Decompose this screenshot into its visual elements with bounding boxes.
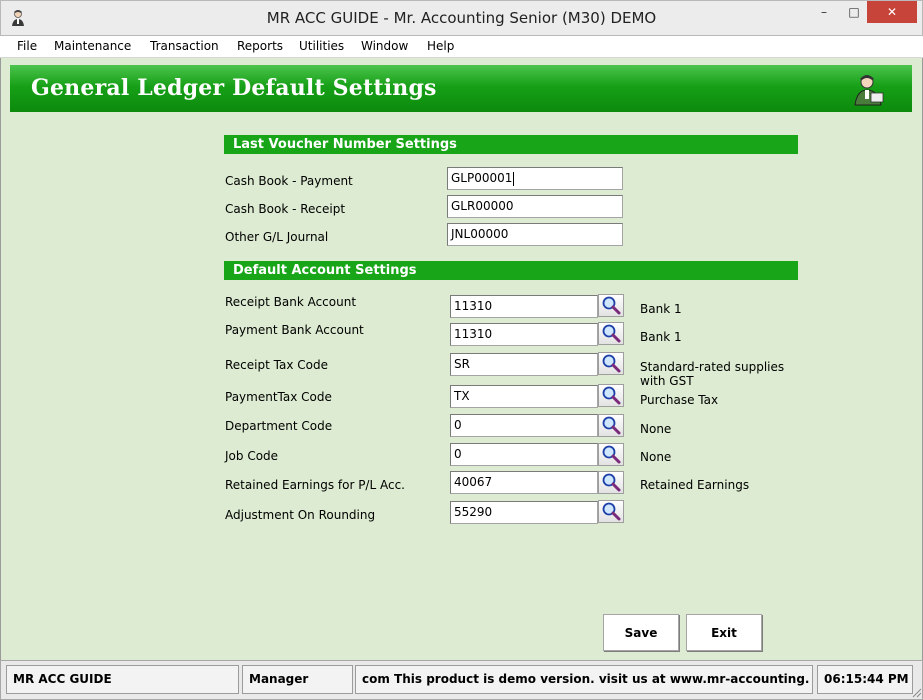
- menu-help[interactable]: Help: [427, 39, 454, 53]
- payment-bank-account-input[interactable]: 11310: [450, 323, 598, 346]
- field-label-payment-bank: Payment Bank Account: [225, 323, 364, 337]
- exit-button-label: Exit: [711, 625, 737, 640]
- field-label-receipt-bank: Receipt Bank Account: [225, 295, 357, 309]
- exit-button[interactable]: Exit: [686, 614, 762, 651]
- magnifier-icon: [602, 324, 621, 343]
- maximize-button[interactable]: □: [841, 1, 867, 23]
- status-company: MR ACC GUIDE: [6, 665, 239, 694]
- page-header: General Ledger Default Settings: [10, 65, 912, 112]
- voucher-section-header: Last Voucher Number Settings: [224, 135, 798, 154]
- receipt-tax-description: Standard-rated supplies with GST: [640, 360, 785, 388]
- window-title: MR ACC GUIDE - Mr. Accounting Senior (M3…: [266, 9, 657, 27]
- close-icon: ✕: [886, 5, 898, 19]
- receipt-tax-code-input[interactable]: SR: [450, 353, 598, 376]
- menu-window[interactable]: Window: [361, 39, 408, 53]
- minimize-button[interactable]: –: [807, 1, 841, 23]
- status-message: com This product is demo version. visit …: [355, 665, 813, 694]
- text-cursor: [513, 171, 515, 186]
- title-bar: MR ACC GUIDE - Mr. Accounting Senior (M3…: [0, 0, 923, 36]
- other-gl-journal-input[interactable]: JNL00000: [447, 223, 623, 246]
- receipt-bank-account-input[interactable]: 11310: [450, 295, 598, 318]
- cash-book-payment-value: GLP00001: [451, 171, 513, 185]
- magnifier-icon: [602, 386, 621, 405]
- status-user: Manager: [242, 665, 353, 694]
- menu-bar: File Maintenance Transaction Reports Uti…: [0, 36, 923, 58]
- payment-bank-description: Bank 1: [640, 330, 682, 344]
- menu-reports[interactable]: Reports: [237, 39, 283, 53]
- payment-tax-description: Purchase Tax: [640, 393, 719, 407]
- page-title: General Ledger Default Settings: [31, 75, 437, 101]
- retained-earnings-lookup-button[interactable]: [598, 471, 624, 494]
- magnifier-icon: [602, 473, 621, 492]
- retained-earnings-input[interactable]: 40067: [450, 471, 598, 494]
- job-lookup-button[interactable]: [598, 443, 624, 466]
- account-section-header: Default Account Settings: [224, 261, 798, 280]
- resize-grip-icon[interactable]: [911, 687, 922, 698]
- field-label-payment-tax: PaymentTax Code: [225, 390, 332, 404]
- payment-tax-code-input[interactable]: TX: [450, 385, 598, 408]
- settings-panel: General Ledger Default Settings Last Vou…: [0, 58, 923, 660]
- magnifier-icon: [602, 416, 621, 435]
- payment-bank-lookup-button[interactable]: [598, 322, 624, 345]
- department-lookup-button[interactable]: [598, 414, 624, 437]
- receipt-bank-description: Bank 1: [640, 302, 682, 316]
- rounding-lookup-button[interactable]: [598, 500, 624, 523]
- adjustment-rounding-input[interactable]: 55290: [450, 501, 598, 524]
- save-button-label: Save: [624, 625, 658, 640]
- maximize-icon: □: [848, 5, 860, 19]
- cash-book-payment-input[interactable]: GLP00001: [447, 167, 623, 190]
- field-label-other-journal: Other G/L Journal: [225, 230, 329, 244]
- cash-book-receipt-input[interactable]: GLR00000: [447, 195, 623, 218]
- field-label-job: Job Code: [225, 449, 279, 463]
- job-description: None: [640, 450, 672, 464]
- field-label-rounding: Adjustment On Rounding: [225, 508, 376, 522]
- payment-tax-lookup-button[interactable]: [598, 384, 624, 407]
- receipt-tax-lookup-button[interactable]: [598, 352, 624, 375]
- field-label-cash-payment: Cash Book - Payment: [225, 174, 353, 188]
- job-code-input[interactable]: 0: [450, 443, 598, 466]
- field-label-receipt-tax: Receipt Tax Code: [225, 358, 328, 372]
- magnifier-icon: [602, 296, 621, 315]
- department-code-input[interactable]: 0: [450, 414, 598, 437]
- minimize-icon: –: [821, 5, 827, 19]
- retained-earnings-description: Retained Earnings: [640, 478, 750, 492]
- field-label-department: Department Code: [225, 419, 333, 433]
- menu-file[interactable]: File: [17, 39, 37, 53]
- save-button[interactable]: Save: [603, 614, 679, 651]
- field-label-retained-earnings: Retained Earnings for P/L Acc.: [225, 478, 405, 492]
- magnifier-icon: [602, 354, 621, 373]
- status-time: 06:15:44 PM: [817, 665, 913, 694]
- magnifier-icon: [602, 445, 621, 464]
- field-label-cash-receipt: Cash Book - Receipt: [225, 202, 346, 216]
- department-description: None: [640, 422, 672, 436]
- menu-maintenance[interactable]: Maintenance: [54, 39, 131, 53]
- close-button[interactable]: ✕: [867, 1, 917, 23]
- menu-utilities[interactable]: Utilities: [299, 39, 344, 53]
- user-icon: [854, 75, 884, 106]
- status-bar: MR ACC GUIDE Manager com This product is…: [0, 660, 923, 700]
- magnifier-icon: [602, 502, 621, 521]
- receipt-bank-lookup-button[interactable]: [598, 294, 624, 317]
- menu-transaction[interactable]: Transaction: [150, 39, 219, 53]
